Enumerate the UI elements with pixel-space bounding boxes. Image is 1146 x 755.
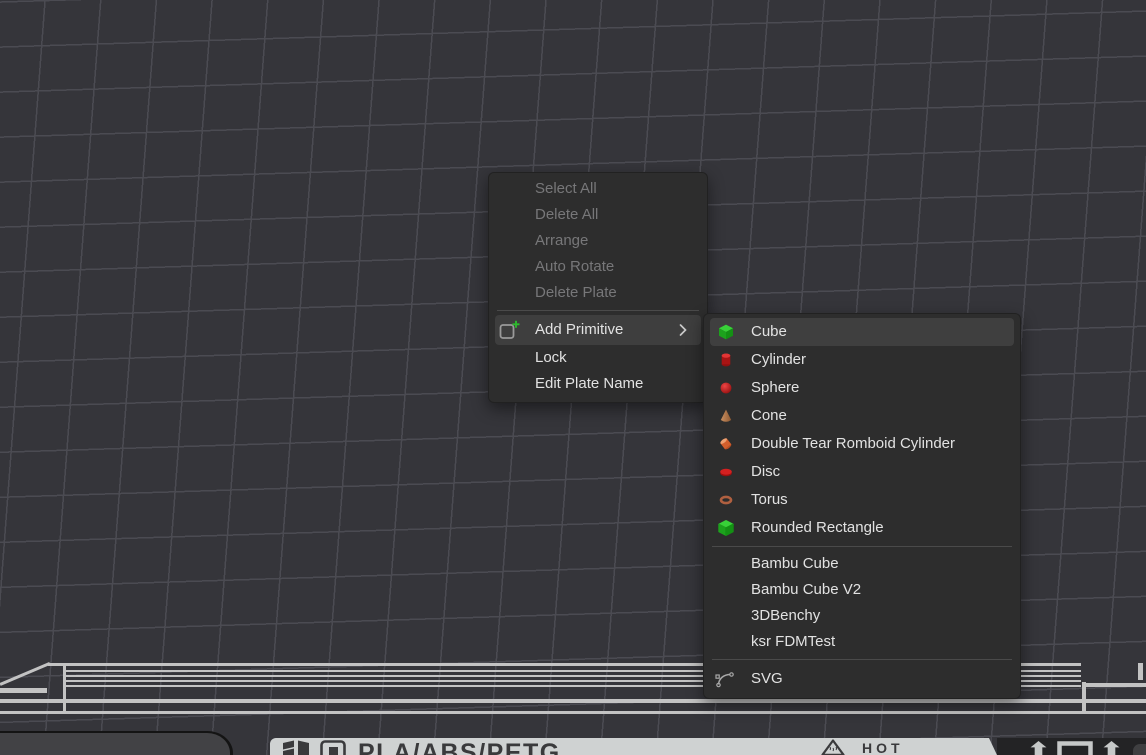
menu-item-select-all: Select All [489,176,707,202]
submenu-item-label: Disc [751,463,780,480]
menu-item-label: Delete All [535,206,598,223]
disc-icon [718,464,734,480]
submenu-item-cube[interactable]: Cube [710,318,1014,346]
submenu-item-bambu-cube-v2[interactable]: Bambu Cube V2 [704,577,1020,603]
submenu-item-svg[interactable]: SVG [704,664,1020,694]
menu-separator [497,310,699,311]
menu-item-arrange: Arrange [489,228,707,254]
submenu-separator [712,659,1012,660]
submenu-separator [712,546,1012,547]
submenu-item-disc[interactable]: Disc [704,458,1020,486]
submenu-item-label: Cylinder [751,351,806,368]
menu-item-label: Arrange [535,232,588,249]
square-outline-icon [1057,741,1093,755]
plate-corner-right [1133,744,1146,755]
submenu-item-sphere[interactable]: Sphere [704,374,1020,402]
submenu-item-cylinder[interactable]: Cylinder [704,346,1020,374]
cylinder-icon [718,352,734,368]
menu-item-delete-plate: Delete Plate [489,280,707,306]
submenu-item-3dbenchy[interactable]: 3DBenchy [704,603,1020,629]
cone-icon [718,408,734,424]
submenu-item-label: Cone [751,407,787,424]
menu-item-lock[interactable]: Lock [489,345,707,371]
menu-item-delete-all: Delete All [489,202,707,228]
menu-item-label: Auto Rotate [535,258,614,275]
add-primitive-submenu: Cube Cylinder Sphere [703,313,1021,699]
arrow-up-icon [1098,741,1125,755]
add-primitive-icon [499,320,521,340]
plate-material-text: PLA/ABS/PETG [358,739,561,755]
romboid-cylinder-icon [718,436,734,452]
plate-front-dark-strip [997,738,1146,755]
submenu-item-rounded-rectangle[interactable]: Rounded Rectangle [704,514,1020,542]
submenu-item-label: Rounded Rectangle [751,519,884,536]
submenu-item-cone[interactable]: Cone [704,402,1020,430]
bezier-curve-icon [715,670,735,688]
plate-corner-tab [0,731,233,755]
sphere-icon [718,380,734,396]
menu-item-label: Lock [535,349,567,366]
submenu-item-label: Cube [751,323,787,340]
plate-label-bar: PLA/ABS/PETG HOT [270,738,997,755]
menu-item-label: Delete Plate [535,284,617,301]
menu-item-auto-rotate: Auto Rotate [489,254,707,280]
submenu-item-label: Torus [751,491,788,508]
hot-warning-label: HOT [862,740,904,755]
cube-icon [718,324,734,340]
submenu-item-label: Double Tear Romboid Cylinder [751,435,955,452]
submenu-item-label: ksr FDMTest [751,633,835,650]
menu-item-edit-plate-name[interactable]: Edit Plate Name [489,371,707,397]
submenu-item-label: Bambu Cube [751,555,839,572]
submenu-arrow-icon [679,324,687,337]
menu-item-add-primitive[interactable]: Add Primitive [495,315,701,345]
bambu-logo-icon [282,740,310,755]
arrow-up-icon [1025,741,1052,755]
hot-warning-triangle-icon [821,739,845,755]
submenu-item-torus[interactable]: Torus [704,486,1020,514]
menu-item-label: Select All [535,180,597,197]
submenu-item-label: SVG [751,670,783,687]
submenu-item-ksr-fdmtest[interactable]: ksr FDMTest [704,629,1020,655]
submenu-item-label: Bambu Cube V2 [751,581,861,598]
submenu-item-label: 3DBenchy [751,607,820,624]
context-menu: Select All Delete All Arrange Auto Rotat… [488,172,708,403]
submenu-item-double-tear-romboid-cylinder[interactable]: Double Tear Romboid Cylinder [704,430,1020,458]
menu-item-label: Edit Plate Name [535,375,643,392]
submenu-item-bambu-cube[interactable]: Bambu Cube [704,551,1020,577]
torus-icon [718,492,734,508]
plate-badge-icon [320,740,346,755]
rounded-rectangle-icon [718,520,734,536]
menu-item-label: Add Primitive [535,321,623,338]
viewport-3d[interactable]: PLA/ABS/PETG HOT Select All Delete All A… [0,0,1146,755]
submenu-item-label: Sphere [751,379,799,396]
